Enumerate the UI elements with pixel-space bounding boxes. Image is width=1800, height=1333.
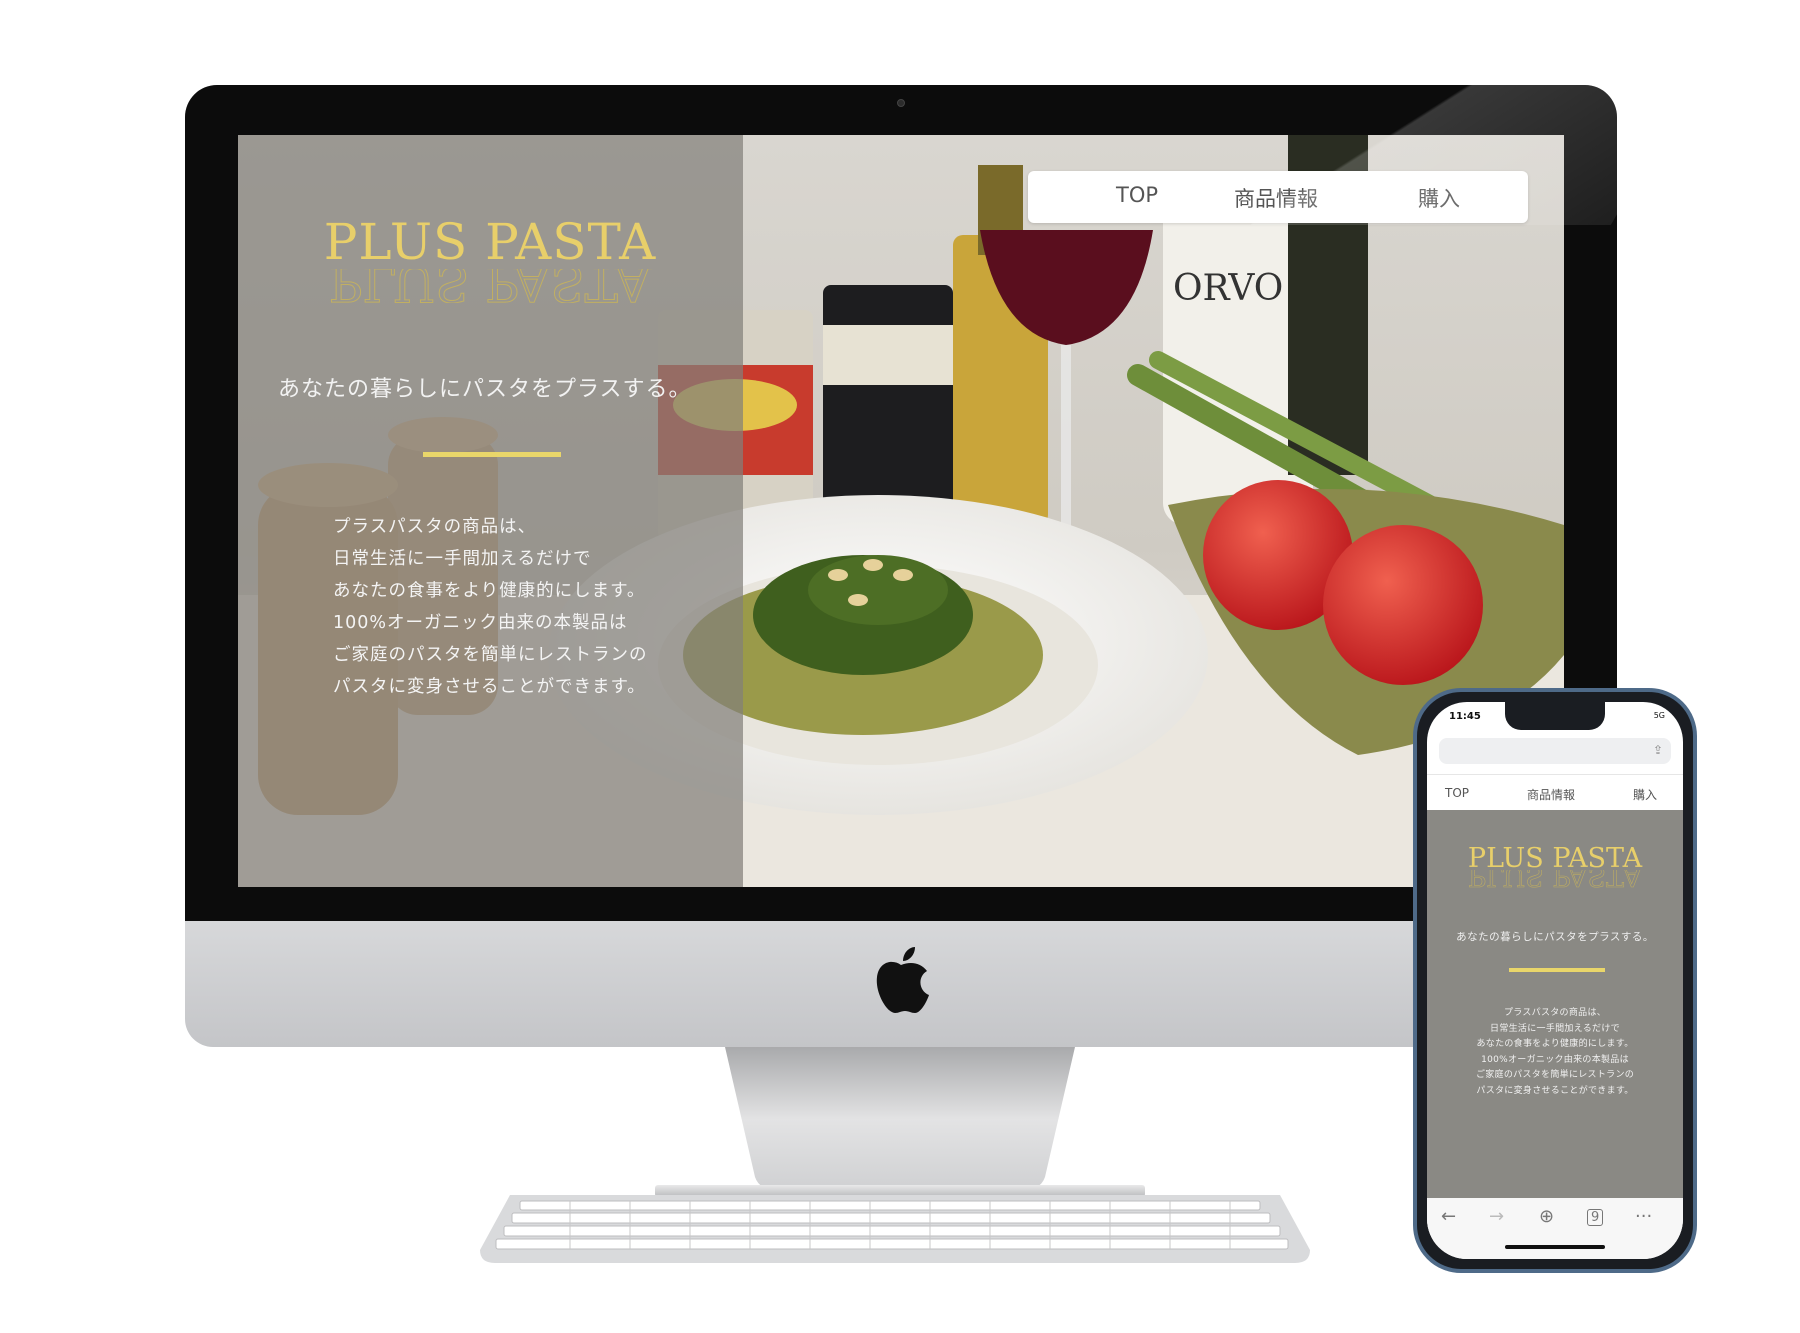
nav-item-purchase[interactable]: 購入 [1633,786,1657,803]
site-logo[interactable]: PLUS PASTA PLUS PASTA [320,215,660,303]
description-line: パスタに変身させることができます。 [333,677,646,697]
description-line: プラスパスタの商品は、 [333,517,537,537]
back-arrow-icon[interactable]: ← [1441,1206,1456,1227]
new-tab-icon[interactable]: ⊕ [1539,1206,1554,1227]
description-line: パスタに変身させることができます。 [1476,1085,1634,1096]
logo-reflection: PLUS PASTA [328,269,652,303]
description-line: 日常生活に一手間加えるだけで [1490,1023,1620,1034]
description-line: あなたの食事をより健康的にします。 [1476,1039,1634,1049]
apple-logo-icon [876,947,929,1013]
imac-bezel: ORVO TOP PLUS PASTA PLUS PASTA あなたの暮らしにパ… [185,85,1617,921]
share-icon[interactable]: ⇪ [1653,743,1663,757]
mobile-hero: PLUS PASTA PLUS PASTA あなたの暮らしにパスタをプラスする。… [1427,810,1683,1198]
hero-description: プラスパスタの商品は、 日常生活に一手間加えるだけで あなたの食事をより健康的に… [1427,1006,1683,1099]
status-time: 11:45 [1449,711,1481,722]
logo-text: PLUS PASTA [323,213,657,271]
description-line: プラスパスタの商品は、 [1503,1008,1607,1018]
nav-item-top[interactable]: TOP [1445,786,1469,800]
hero-tagline: あなたの暮らしにパスタをプラスする。 [1456,931,1654,943]
keyboard [480,1195,1310,1263]
divider-bar [423,452,561,457]
nav-item-products[interactable]: 商品情報 [1527,786,1575,803]
status-network: 5G [1653,711,1665,720]
home-indicator [1505,1245,1605,1249]
imac-stand [725,1047,1075,1192]
mobile-nav: TOP 商品情報 購入 [1427,774,1683,810]
svg-text:ORVO: ORVO [1173,268,1283,309]
mobile-website-screen: 11:45 5G ⇪ TOP 商品情報 購入 PLUS PASTA PLUS P… [1427,702,1683,1259]
description-line: ご家庭のパスタを簡単にレストランの [333,645,648,665]
divider-bar [1509,968,1605,972]
description-line: 100%オーガニック由来の本製品は [333,613,628,633]
description-line: ご家庭のパスタを簡単にレストランの [1475,1070,1635,1080]
notch [1505,702,1605,730]
description-line: 100%オーガニック由来の本製品は [1481,1054,1629,1065]
hero-tagline: あなたの暮らしにパスタをプラスする。 [278,377,692,402]
hero-description: プラスパスタの商品は、 日常生活に一手間加えるだけで あなたの食事をより健康的に… [333,511,693,703]
url-bar[interactable]: ⇪ [1439,738,1671,764]
more-icon[interactable]: ··· [1635,1206,1652,1227]
nav-item-top[interactable]: TOP [1116,183,1158,207]
forward-arrow-icon[interactable]: → [1489,1206,1504,1227]
browser-toolbar: ← → ⊕ 9 ··· [1427,1198,1683,1259]
description-line: 日常生活に一手間加えるだけで [333,549,592,569]
camera-icon [897,99,905,107]
tabs-icon[interactable]: 9 [1587,1209,1604,1226]
description-line: あなたの食事をより健康的にします。 [333,581,646,601]
logo-reflection: PLUS PASTA [1467,870,1643,890]
iphone-mockup: 11:45 5G ⇪ TOP 商品情報 購入 PLUS PASTA PLUS P… [1413,688,1697,1273]
imac-mockup: ORVO TOP PLUS PASTA PLUS PASTA あなたの暮らしにパ… [185,85,1617,1192]
desktop-website-screen: ORVO TOP PLUS PASTA PLUS PASTA あなたの暮らしにパ… [238,135,1564,887]
bezel-gloss [1250,85,1617,225]
